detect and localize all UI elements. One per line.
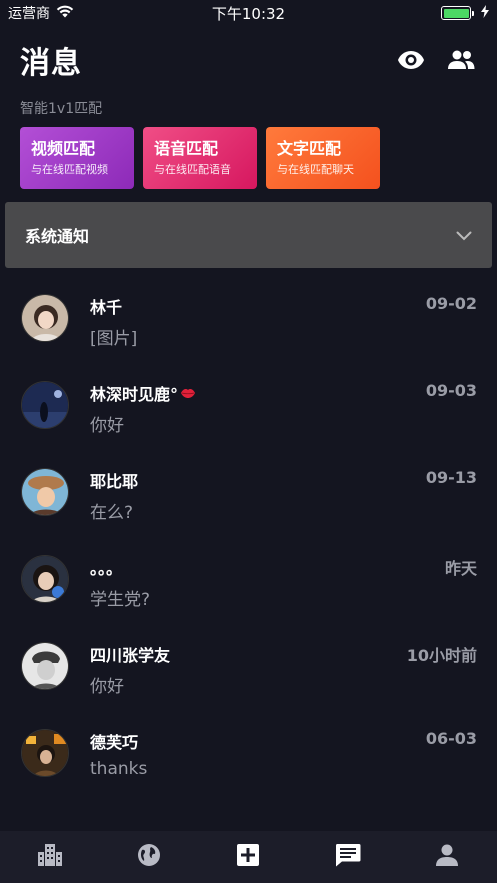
voice-match-title: 语音匹配 (154, 139, 219, 158)
tab-city[interactable] (20, 837, 80, 877)
text-match-subtitle: 与在线匹配聊天 (277, 163, 354, 176)
avatar (21, 294, 69, 342)
users-icon[interactable] (445, 44, 477, 76)
avatar (21, 642, 69, 690)
conversation-time: 06-03 (425, 729, 477, 748)
conversation-name: 四川张学友 (90, 646, 171, 665)
conversation-preview: 你好 (90, 416, 124, 436)
match-label: 智能1v1匹配 (20, 101, 103, 117)
tab-bar (0, 831, 497, 883)
voice-match-subtitle: 与在线匹配语音 (154, 163, 231, 176)
conversation-preview: [图片] (90, 329, 138, 349)
avatar (21, 729, 69, 777)
eye-icon[interactable] (395, 44, 427, 76)
add-icon (236, 843, 260, 871)
conversation-item[interactable]: 四川张学友 你好 10小时前 (0, 623, 497, 710)
header: 消息 (20, 38, 477, 82)
conversation-name: 林千 (90, 298, 123, 317)
conversation-preview: 在么? (90, 503, 134, 523)
chevron-down-icon[interactable] (456, 226, 472, 245)
conversation-name: 德芙巧 (90, 733, 139, 752)
video-match-button[interactable]: 视频匹配 与在线匹配视频 (20, 127, 134, 189)
conversation-preview: thanks (90, 759, 148, 779)
profile-icon (436, 844, 459, 870)
globe-icon (137, 843, 161, 871)
system-notice-bar[interactable]: 系统通知 (5, 202, 492, 268)
conversation-preview: 学生党? (90, 590, 151, 610)
conversation-name: 。。。 (90, 559, 123, 578)
battery-icon (441, 6, 474, 20)
conversation-time: 10小时前 (406, 646, 477, 665)
conversation-time: 09-13 (425, 468, 477, 487)
avatar (21, 555, 69, 603)
conversation-item[interactable]: 林深时见鹿° 你好 09-03 (0, 362, 497, 449)
video-match-subtitle: 与在线匹配视频 (31, 163, 108, 176)
wifi-icon (56, 5, 74, 22)
match-cards: 视频匹配 与在线匹配视频 语音匹配 与在线匹配语音 文字匹配 与在线匹配聊天 (20, 127, 380, 189)
conversation-item[interactable]: 德芙巧 thanks 06-03 (0, 710, 497, 797)
voice-match-button[interactable]: 语音匹配 与在线匹配语音 (143, 127, 257, 189)
conversation-item[interactable]: 林千 [图片] 09-02 (0, 275, 497, 362)
conversation-time: 昨天 (444, 559, 477, 578)
city-icon (37, 844, 62, 870)
conversation-item[interactable]: 。。。 学生党? 昨天 (0, 536, 497, 623)
text-match-title: 文字匹配 (277, 139, 342, 158)
status-time: 下午10:32 (211, 4, 286, 23)
status-left: 运营商 (8, 3, 74, 23)
battery-fill (443, 8, 469, 18)
tab-add[interactable] (218, 837, 278, 877)
status-bar: 运营商 下午10:32 (0, 0, 497, 26)
conversation-preview: 你好 (90, 677, 124, 697)
charging-icon (481, 4, 489, 22)
conversation-time: 09-03 (425, 381, 477, 400)
video-match-title: 视频匹配 (31, 139, 96, 158)
conversation-item[interactable]: 耶比耶 在么? 09-13 (0, 449, 497, 536)
conversation-time: 09-02 (425, 294, 477, 313)
avatar (21, 381, 69, 429)
system-notice-title: 系统通知 (25, 227, 90, 246)
text-match-button[interactable]: 文字匹配 与在线匹配聊天 (266, 127, 380, 189)
header-actions (395, 44, 477, 76)
status-right (441, 4, 489, 22)
conversation-name: 林深时见鹿° (90, 381, 196, 405)
tab-messages[interactable] (318, 837, 378, 877)
avatar (21, 468, 69, 516)
tab-profile[interactable] (417, 837, 477, 877)
message-icon (335, 843, 361, 871)
lips-icon (180, 384, 196, 403)
conversation-list: 林千 [图片] 09-02 林深时见鹿° 你好 09-03 耶比耶 在么? 09… (0, 275, 497, 797)
tab-discover[interactable] (119, 837, 179, 877)
page-title: 消息 (20, 46, 82, 81)
carrier-label: 运营商 (8, 6, 50, 22)
conversation-name: 耶比耶 (90, 472, 139, 491)
